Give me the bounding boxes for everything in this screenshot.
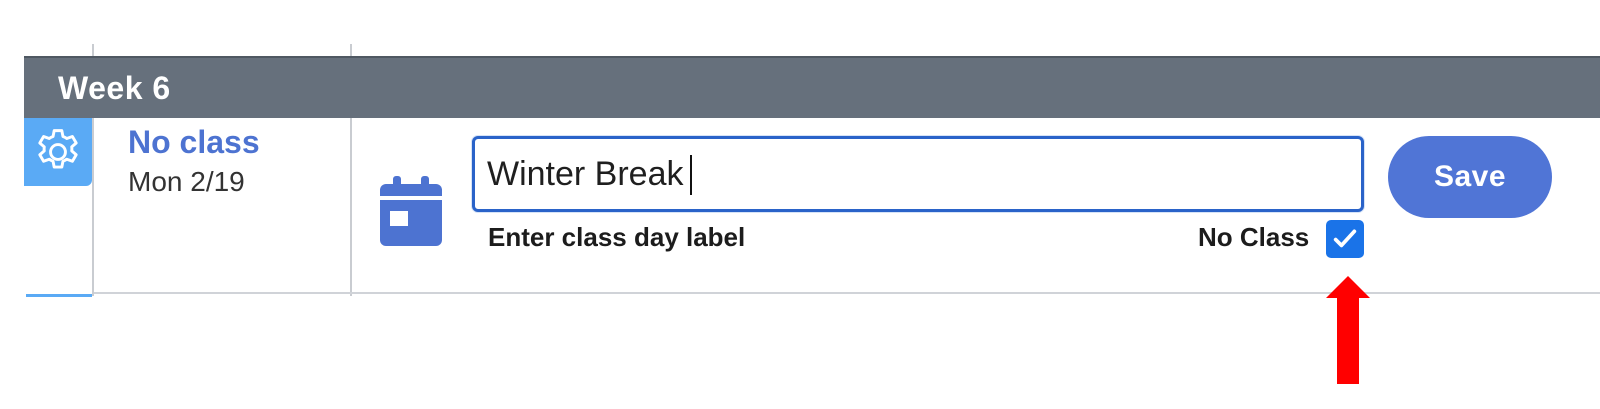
no-class-checkbox[interactable] bbox=[1326, 220, 1364, 258]
red-arrow-up-icon bbox=[1326, 276, 1370, 384]
settings-button[interactable] bbox=[24, 118, 92, 186]
column-divider bbox=[92, 118, 94, 296]
previous-row-divider bbox=[92, 44, 94, 56]
no-class-label: No Class bbox=[1198, 222, 1310, 252]
text-cursor bbox=[690, 155, 692, 195]
column-divider bbox=[350, 118, 352, 296]
previous-row-divider bbox=[350, 44, 352, 56]
week-header: Week 6 bbox=[24, 56, 1600, 118]
calendar-icon bbox=[380, 176, 442, 246]
row-bottom-border bbox=[94, 292, 1600, 294]
class-day-label-input[interactable] bbox=[472, 136, 1364, 212]
week-title: Week 6 bbox=[58, 70, 171, 106]
next-row-tile-edge bbox=[26, 294, 92, 297]
save-button[interactable]: Save bbox=[1388, 136, 1552, 218]
class-day-label-hint: Enter class day label bbox=[488, 222, 746, 252]
check-icon bbox=[1333, 229, 1357, 248]
gear-icon bbox=[38, 129, 78, 169]
day-status: No class bbox=[128, 124, 260, 160]
day-date: Mon 2/19 bbox=[128, 166, 245, 197]
course-schedule: Week 6 No class Mon 2/19 Enter class day… bbox=[0, 0, 1600, 409]
